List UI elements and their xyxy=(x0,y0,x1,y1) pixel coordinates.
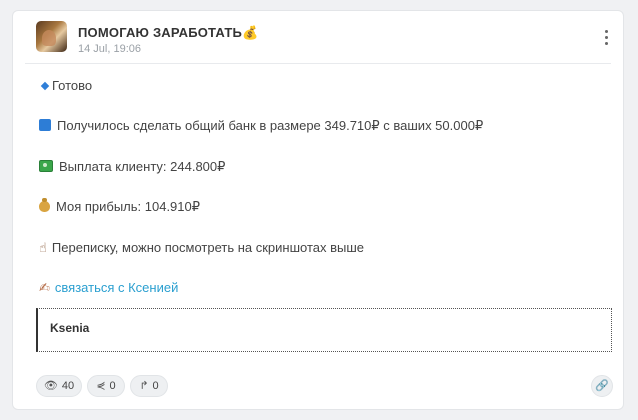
line-screenshots: ☝ Переписку, можно посмотреть на скриншот… xyxy=(39,240,364,256)
money-icon xyxy=(39,160,53,172)
ready-text: Готово xyxy=(52,78,93,93)
quote-block[interactable]: Ksenia xyxy=(36,308,612,352)
line-bank: Получилось сделать общий банк в размере … xyxy=(39,118,483,134)
writing-hand-icon: ✍ xyxy=(39,280,50,295)
profit-text: Моя прибыль: 104.910₽ xyxy=(56,199,201,214)
blue-square-icon xyxy=(39,119,51,131)
forward-icon: ↱ xyxy=(139,379,149,392)
line-profit: Моя прибыль: 104.910₽ xyxy=(39,198,201,215)
channel-avatar[interactable] xyxy=(36,21,67,52)
screenshots-text: Переписку, можно посмотреть на скриншота… xyxy=(51,240,365,255)
payout-text: Выплата клиенту: 244.800₽ xyxy=(59,159,226,174)
quote-author: Ksenia xyxy=(50,321,90,335)
share-button[interactable]: ⋞ 0 xyxy=(87,375,125,397)
line-contact: ✍ связаться с Ксенией xyxy=(39,280,178,296)
shares-count: 0 xyxy=(109,380,116,392)
forwards-count: 0 xyxy=(152,380,159,392)
post-header: ПОМОГАЮ ЗАРАБОТАТЬ💰 14 Jul, 19:06 xyxy=(36,21,613,65)
eye-icon: 👁 xyxy=(43,379,58,392)
bank-text: Получилось сделать общий банк в размере … xyxy=(57,118,484,133)
post-card: ПОМОГАЮ ЗАРАБОТАТЬ💰 14 Jul, 19:06 Готово… xyxy=(12,10,624,410)
share-icon: ⋞ xyxy=(96,379,106,392)
views-counter[interactable]: 👁 40 xyxy=(36,375,82,397)
more-vertical-icon[interactable] xyxy=(601,28,611,48)
blue-diamond-icon xyxy=(40,81,50,91)
line-ready: Готово xyxy=(39,78,92,93)
forward-button[interactable]: ↱ 0 xyxy=(130,375,168,397)
channel-title[interactable]: ПОМОГАЮ ЗАРАБОТАТЬ💰 xyxy=(78,25,258,41)
post-footer: 👁 40 ⋞ 0 ↱ 0 🔗 xyxy=(36,375,613,399)
pointing-hand-icon: ☝ xyxy=(39,240,47,255)
contact-link[interactable]: связаться с Ксенией xyxy=(55,280,178,295)
views-count: 40 xyxy=(61,380,75,392)
post-date: 14 Jul, 19:06 xyxy=(78,43,141,55)
line-payout: Выплата клиенту: 244.800₽ xyxy=(39,159,225,175)
money-bag-icon xyxy=(39,198,50,212)
header-divider xyxy=(25,63,611,64)
link-icon[interactable]: 🔗 xyxy=(591,375,613,397)
